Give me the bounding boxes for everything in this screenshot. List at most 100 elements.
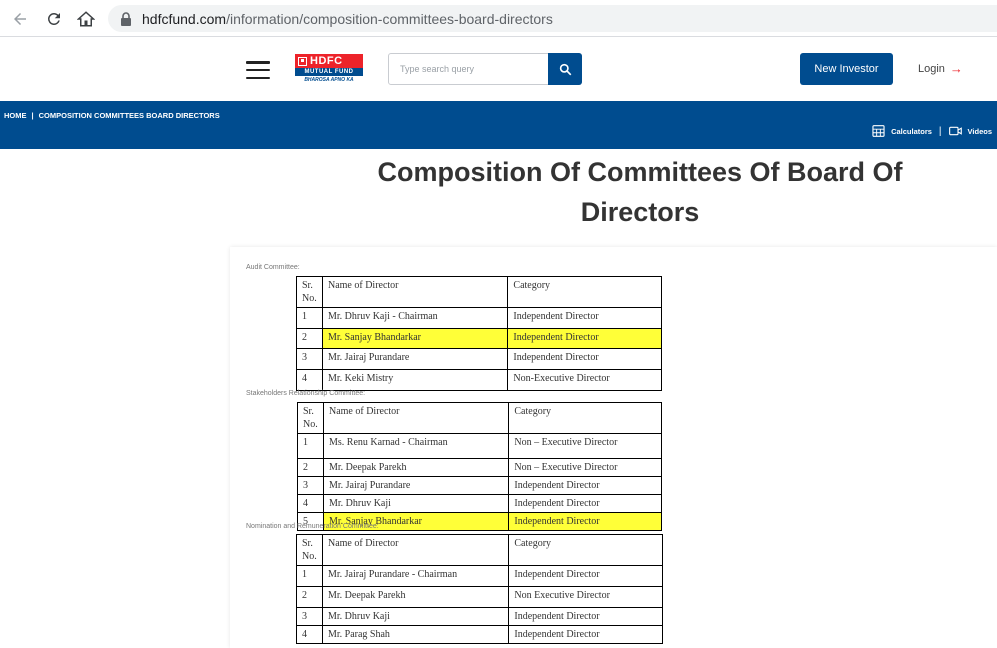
- cell-name: Mr. Dhruv Kaji: [321, 607, 510, 626]
- logo-subtext: MUTUAL FUND: [295, 68, 363, 76]
- new-investor-button[interactable]: New Investor: [800, 53, 893, 85]
- cell-category: Non Executive Director: [508, 586, 663, 608]
- cell-sr: 3: [296, 348, 323, 370]
- cell-sr: 2: [297, 458, 324, 477]
- page-title: Composition Of Committees Of Board Of Di…: [330, 152, 950, 232]
- url-path: /information/composition-committees-boar…: [226, 10, 553, 27]
- cell-sr: 3: [296, 607, 323, 626]
- cell-category: Independent Director: [508, 607, 663, 626]
- arrow-right-icon: →: [949, 61, 963, 76]
- table-row: 4 Mr. Dhruv Kaji Independent Director: [297, 494, 662, 513]
- cell-name: Ms. Renu Karnad - Chairman: [322, 433, 510, 459]
- cell-name: Mr. Sanjay Bhandarkar: [321, 328, 509, 349]
- address-bar[interactable]: hdfcfund.com/information/composition-com…: [108, 5, 997, 32]
- header-name: Name of Director: [321, 534, 510, 566]
- menu-icon[interactable]: [246, 61, 270, 79]
- table-header-row: Sr. No. Name of Director Category: [296, 276, 662, 308]
- cell-sr: 1: [296, 307, 323, 329]
- breadcrumb: HOME | COMPOSITION COMMITTEES BOARD DIRECT…: [4, 111, 220, 120]
- header-category: Category: [508, 534, 663, 566]
- page-title-line1: Composition Of Committees Of Board Of: [377, 157, 903, 187]
- hdfc-logo[interactable]: HDFC MUTUAL FUND BHAROSA APNO KA: [295, 54, 363, 84]
- table-row: 2 Mr. Deepak Parekh Non Executive Direct…: [296, 586, 663, 608]
- cell-category: Non – Executive Director: [508, 458, 662, 477]
- audit-committee-table: Sr. No. Name of Director Category 1 Mr. …: [296, 276, 662, 391]
- calculators-link[interactable]: Calculators: [891, 127, 932, 136]
- cell-sr: 4: [297, 494, 324, 513]
- calculator-icon[interactable]: [872, 125, 885, 137]
- breadcrumb-band: HOME | COMPOSITION COMMITTEES BOARD DIRECT…: [0, 101, 997, 149]
- logo-text: HDFC: [310, 55, 343, 67]
- cell-sr: 3: [297, 476, 324, 495]
- table-row: 3 Mr. Jairaj Purandare Independent Direc…: [297, 476, 662, 495]
- login-label: Login: [918, 62, 945, 75]
- table-row-highlighted: 2 Mr. Sanjay Bhandarkar Independent Dire…: [296, 328, 662, 349]
- header-name: Name of Director: [322, 402, 510, 434]
- nomination-committee-label: Nomination and Remuneration Committee:: [246, 523, 379, 530]
- tools-links: Calculators | Videos: [872, 125, 992, 137]
- cell-name: Mr. Dhruv Kaji - Chairman: [321, 307, 509, 329]
- cell-category: Independent Director: [508, 494, 662, 513]
- cell-name: Mr. Deepak Parekh: [321, 586, 510, 608]
- audit-committee-label: Audit Committee:: [246, 264, 300, 271]
- table-row: 4 Mr. Parag Shah Independent Director: [296, 625, 663, 644]
- cell-sr: 2: [296, 328, 323, 349]
- header-category: Category: [507, 276, 662, 308]
- table-row: 1 Mr. Jairaj Purandare - Chairman Indepe…: [296, 565, 663, 587]
- table-header-row: Sr. No. Name of Director Category: [297, 402, 662, 434]
- table-row: 4 Mr. Keki Mistry Non-Executive Director: [296, 369, 662, 391]
- breadcrumb-separator: |: [31, 111, 34, 120]
- table-row: 2 Mr. Deepak Parekh Non – Executive Dire…: [297, 458, 662, 477]
- cell-name: Mr. Keki Mistry: [321, 369, 509, 391]
- cell-category: Independent Director: [507, 307, 662, 329]
- cell-category: Independent Director: [508, 565, 663, 587]
- table-row: 3 Mr. Jairaj Purandare Independent Direc…: [296, 348, 662, 370]
- site-header: HDFC MUTUAL FUND BHAROSA APNO KA New Inv…: [0, 37, 997, 101]
- lock-icon[interactable]: [120, 11, 132, 26]
- cell-name: Mr. Deepak Parekh: [322, 458, 510, 477]
- table-row: 1 Ms. Renu Karnad - Chairman Non – Execu…: [297, 433, 662, 459]
- url-text[interactable]: hdfcfund.com/information/composition-com…: [142, 11, 553, 27]
- logo-tagline: BHAROSA APNO KA: [304, 77, 354, 83]
- cell-category: Non – Executive Director: [508, 433, 662, 459]
- tools-separator: |: [938, 125, 942, 137]
- header-category: Category: [508, 402, 662, 434]
- header-sr: Sr. No.: [296, 276, 323, 308]
- nomination-committee-table: Sr. No. Name of Director Category 1 Mr. …: [296, 534, 663, 644]
- cell-category: Independent Director: [508, 476, 662, 495]
- header-name: Name of Director: [321, 276, 509, 308]
- cell-category: Independent Director: [508, 625, 663, 644]
- login-link[interactable]: Login →: [918, 62, 963, 75]
- reload-icon[interactable]: [43, 8, 65, 30]
- table-row: 3 Mr. Dhruv Kaji Independent Director: [296, 607, 663, 626]
- cell-name: Mr. Jairaj Purandare: [321, 348, 509, 370]
- home-icon[interactable]: [75, 8, 97, 30]
- cell-sr: 1: [297, 433, 324, 459]
- search-button[interactable]: [548, 53, 582, 85]
- search-icon: [559, 63, 571, 75]
- video-icon[interactable]: [948, 125, 962, 137]
- table-row: 1 Mr. Dhruv Kaji - Chairman Independent …: [296, 307, 662, 329]
- cell-name: Mr. Parag Shah: [321, 625, 510, 644]
- page-title-line2: Directors: [580, 197, 700, 227]
- browser-toolbar: hdfcfund.com/information/composition-com…: [0, 0, 997, 37]
- breadcrumb-home[interactable]: HOME: [4, 111, 27, 120]
- cell-sr: 2: [296, 586, 323, 608]
- search-input[interactable]: [389, 54, 548, 84]
- cell-category: Independent Director: [507, 328, 662, 349]
- cell-name: Mr. Jairaj Purandare: [322, 476, 510, 495]
- cell-sr: 4: [296, 625, 323, 644]
- cell-sr: 1: [296, 565, 323, 587]
- header-sr: Sr. No.: [297, 402, 324, 434]
- cell-name: Mr. Jairaj Purandare - Chairman: [321, 565, 510, 587]
- header-sr: Sr. No.: [296, 534, 323, 566]
- stakeholders-committee-label: Stakeholders Relationship Committee:: [246, 390, 366, 397]
- stakeholders-committee-table: Sr. No. Name of Director Category 1 Ms. …: [297, 402, 662, 531]
- table-header-row: Sr. No. Name of Director Category: [296, 534, 663, 566]
- cell-category: Non-Executive Director: [507, 369, 662, 391]
- videos-link[interactable]: Videos: [968, 127, 992, 136]
- search-box: [388, 53, 582, 85]
- url-host: hdfcfund.com: [142, 10, 227, 27]
- cell-category: Independent Director: [507, 348, 662, 370]
- back-arrow-icon[interactable]: [9, 8, 31, 30]
